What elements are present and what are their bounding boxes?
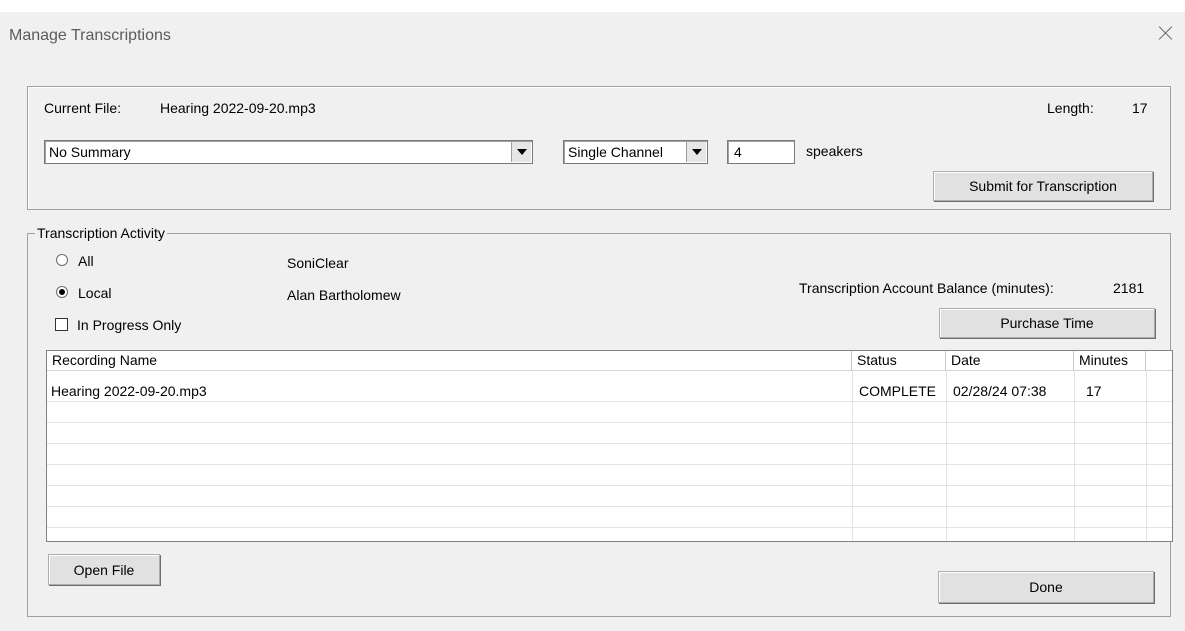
submit-for-transcription-button[interactable]: Submit for Transcription: [933, 171, 1153, 201]
transcriptions-table[interactable]: Recording Name Status Date Minutes Heari…: [46, 350, 1173, 542]
grid-line: [47, 527, 1172, 528]
summary-select[interactable]: No Summary: [44, 140, 533, 164]
window-title: Manage Transcriptions: [9, 27, 171, 44]
current-file-name: Hearing 2022-09-20.mp3: [160, 100, 316, 116]
balance-label: Transcription Account Balance (minutes):: [799, 280, 1054, 296]
column-header-status[interactable]: Status: [852, 351, 946, 371]
grid-line: [47, 422, 1172, 423]
grid-line: [47, 485, 1172, 486]
column-header-date[interactable]: Date: [946, 351, 1074, 371]
current-file-label: Current File:: [44, 100, 122, 116]
filter-all-label[interactable]: All: [78, 253, 94, 269]
speakers-input[interactable]: 4: [727, 140, 795, 164]
filter-local-radio[interactable]: [56, 286, 68, 298]
column-header-filler: [1146, 351, 1172, 371]
grid-line: [47, 401, 1172, 402]
column-header-recording-name[interactable]: Recording Name: [47, 351, 852, 371]
chevron-down-icon[interactable]: [511, 142, 531, 162]
radio-selected-dot: [59, 289, 65, 295]
grid-line: [47, 443, 1172, 444]
done-button[interactable]: Done: [938, 571, 1154, 603]
user-name: Alan Bartholomew: [287, 287, 401, 303]
window-top-edge: [0, 0, 1185, 12]
purchase-time-button[interactable]: Purchase Time: [939, 308, 1155, 338]
length-label: Length:: [1047, 100, 1094, 116]
filter-local-label[interactable]: Local: [78, 285, 111, 301]
summary-select-value: No Summary: [49, 144, 131, 160]
cell-recording-name: Hearing 2022-09-20.mp3: [51, 383, 207, 399]
speakers-value: 4: [734, 144, 742, 160]
column-header-minutes[interactable]: Minutes: [1074, 351, 1146, 371]
chevron-down-icon[interactable]: [686, 142, 706, 162]
grid-line: [47, 506, 1172, 507]
in-progress-only-label[interactable]: In Progress Only: [77, 317, 181, 333]
grid-line: [47, 464, 1172, 465]
channel-select[interactable]: Single Channel: [563, 140, 708, 164]
open-file-button[interactable]: Open File: [48, 554, 160, 585]
cell-date: 02/28/24 07:38: [953, 383, 1047, 399]
table-row[interactable]: Hearing 2022-09-20.mp3 COMPLETE 02/28/24…: [47, 381, 1172, 401]
balance-value: 2181: [1113, 280, 1145, 296]
speakers-label: speakers: [806, 143, 863, 159]
close-icon[interactable]: [1155, 22, 1177, 44]
filter-all-radio[interactable]: [56, 254, 68, 266]
channel-select-value: Single Channel: [568, 144, 663, 160]
in-progress-only-checkbox[interactable]: [55, 318, 68, 331]
cell-minutes: 17: [1086, 383, 1102, 399]
cell-status: COMPLETE: [859, 383, 937, 399]
length-value: 17: [1132, 100, 1148, 116]
transcription-activity-legend: Transcription Activity: [35, 225, 167, 241]
company-name: SoniClear: [287, 255, 349, 271]
